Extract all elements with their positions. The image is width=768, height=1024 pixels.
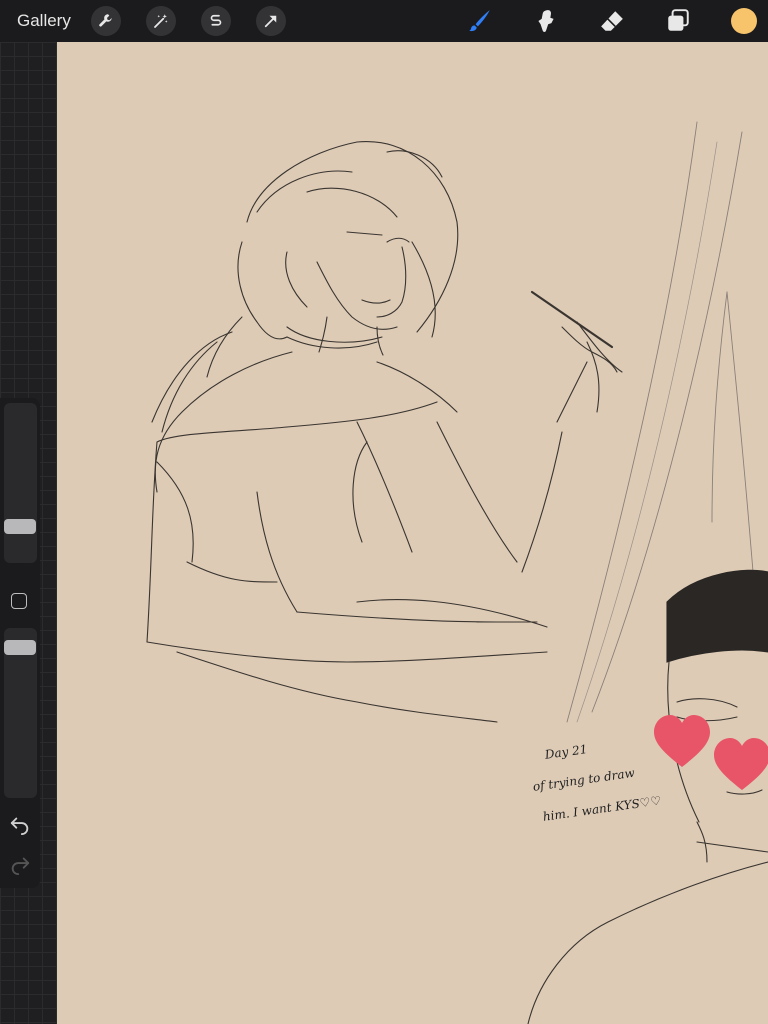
brush-sidebar (0, 398, 40, 888)
wrench-icon (99, 14, 112, 27)
actions-button[interactable] (91, 6, 121, 36)
transform-arrow-icon (264, 15, 277, 28)
smudge-tool-button[interactable] (531, 6, 561, 36)
drawing-canvas[interactable]: Day 21 of trying to draw him. I want KYS… (57, 42, 768, 1024)
color-picker-button[interactable] (731, 8, 757, 34)
sketch-layer (146, 121, 768, 1024)
smudge-icon (538, 10, 554, 32)
top-toolbar: Gallery (0, 0, 768, 42)
modify-button[interactable] (11, 593, 27, 609)
undo-arrow-icon (10, 817, 29, 835)
opacity-thumb[interactable] (4, 640, 36, 655)
layers-button[interactable] (663, 6, 693, 36)
brush-tool-button[interactable] (465, 6, 495, 36)
magic-wand-icon (154, 14, 168, 28)
eraser-tool-button[interactable] (597, 6, 627, 36)
undo-button[interactable] (9, 813, 31, 835)
gallery-button[interactable]: Gallery (17, 11, 71, 31)
redo-arrow-icon (11, 857, 30, 875)
adjustments-button[interactable] (146, 6, 176, 36)
brush-icon (469, 10, 490, 32)
redo-button[interactable] (9, 853, 31, 875)
layers-icon (668, 9, 689, 31)
selection-icon (210, 14, 222, 26)
brush-size-thumb[interactable] (4, 519, 36, 534)
opacity-slider[interactable] (4, 628, 37, 798)
brush-size-slider[interactable] (4, 403, 37, 563)
heart-stickers (654, 715, 768, 790)
eraser-icon (601, 11, 623, 31)
selection-button[interactable] (201, 6, 231, 36)
transform-button[interactable] (256, 6, 286, 36)
